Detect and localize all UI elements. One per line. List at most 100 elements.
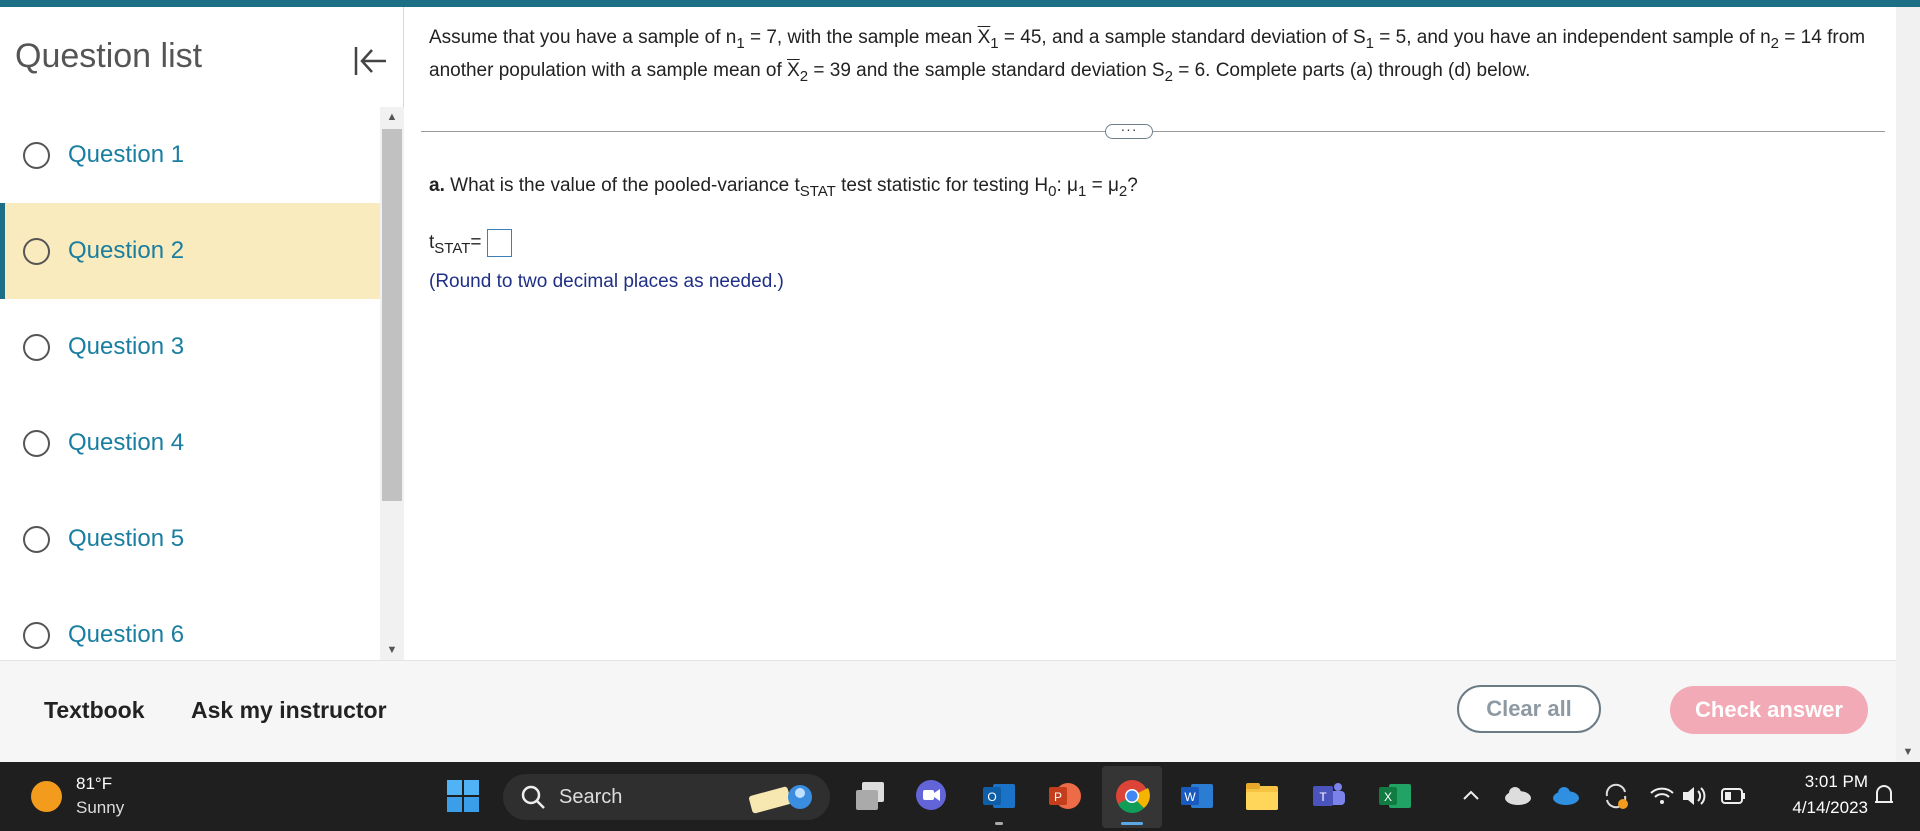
outlook-icon[interactable]: O bbox=[981, 778, 1017, 814]
problem-text: = 7, with the sample mean bbox=[744, 27, 978, 48]
top-accent-bar bbox=[0, 0, 1920, 7]
svg-text:X: X bbox=[1384, 790, 1392, 804]
chrome-icon[interactable] bbox=[1114, 778, 1150, 814]
question-text: What is the value of the pooled-variance… bbox=[444, 175, 800, 196]
notification-icon[interactable] bbox=[1872, 778, 1896, 814]
svg-text:P: P bbox=[1054, 790, 1062, 804]
problem-text: = 5, and you have an independent sample … bbox=[1374, 27, 1771, 48]
answer-variable: tSTAT bbox=[429, 232, 471, 257]
bottom-action-bar: Textbook Ask my instructor Clear all Che… bbox=[0, 660, 1896, 762]
search-highlight-icon bbox=[749, 785, 812, 814]
question-item-2[interactable]: Question 2 bbox=[0, 203, 380, 299]
question-label: Question 4 bbox=[68, 429, 185, 456]
onedrive-icon[interactable] bbox=[1551, 778, 1581, 814]
sync-icon[interactable] bbox=[1601, 778, 1631, 814]
search-label: Search bbox=[559, 785, 623, 808]
status-circle-icon bbox=[23, 525, 50, 553]
status-circle-icon bbox=[23, 237, 50, 265]
word-icon[interactable]: W bbox=[1179, 778, 1215, 814]
problem-text: = 45, and a sample standard deviation of… bbox=[998, 27, 1366, 48]
question-item-5[interactable]: Question 5 bbox=[0, 491, 380, 587]
problem-statement: Assume that you have a sample of n1 = 7,… bbox=[429, 21, 1889, 87]
excel-icon[interactable]: X bbox=[1377, 778, 1413, 814]
volume-icon[interactable] bbox=[1680, 778, 1708, 814]
question-label: Question 3 bbox=[68, 333, 185, 360]
question-content: Assume that you have a sample of n1 = 7,… bbox=[405, 7, 1895, 660]
problem-text: = 39 and the sample standard deviation S bbox=[808, 60, 1165, 81]
question-text: = μ bbox=[1086, 175, 1119, 196]
t-stat-answer-input[interactable] bbox=[486, 229, 512, 257]
clock-time[interactable]: 3:01 PM bbox=[1768, 772, 1868, 792]
task-view-icon[interactable] bbox=[852, 778, 888, 814]
subscript: 1 bbox=[736, 35, 745, 52]
page-scrollbar[interactable]: ▼ bbox=[1896, 7, 1920, 762]
search-icon bbox=[521, 785, 545, 809]
question-item-3[interactable]: Question 3 bbox=[0, 299, 380, 395]
collapse-panel-button[interactable] bbox=[350, 41, 390, 81]
chat-icon[interactable] bbox=[913, 778, 949, 814]
question-label: Question 5 bbox=[68, 525, 185, 552]
question-text: ? bbox=[1127, 175, 1138, 196]
rounding-hint: (Round to two decimal places as needed.) bbox=[429, 271, 784, 292]
equals-sign: = bbox=[470, 232, 482, 253]
part-a-question: a. What is the value of the pooled-varia… bbox=[429, 175, 1138, 200]
ask-instructor-link[interactable]: Ask my instructor bbox=[191, 697, 387, 724]
battery-icon[interactable] bbox=[1720, 778, 1748, 814]
outlook-running-indicator bbox=[995, 822, 1003, 825]
problem-text: Assume that you have a sample of n bbox=[429, 27, 737, 48]
question-label: Question 2 bbox=[68, 237, 185, 264]
scroll-down-arrow-icon[interactable]: ▼ bbox=[1896, 742, 1920, 762]
clear-all-button[interactable]: Clear all bbox=[1457, 685, 1601, 733]
subscript: STAT bbox=[799, 183, 836, 200]
subscript: 2 bbox=[1770, 35, 1780, 52]
question-list-scrollbar[interactable]: ▲ ▼ bbox=[380, 107, 404, 660]
sample-mean-symbol: X bbox=[787, 60, 800, 81]
question-list-title: Question list bbox=[15, 37, 203, 75]
svg-text:T: T bbox=[1319, 790, 1327, 804]
subscript: 2 bbox=[799, 68, 809, 85]
sun-icon[interactable] bbox=[31, 781, 62, 812]
more-options-button[interactable]: ··· bbox=[1105, 122, 1153, 139]
subscript: 1 bbox=[1365, 35, 1374, 52]
check-answer-button[interactable]: Check answer bbox=[1670, 686, 1868, 734]
cloud-icon[interactable] bbox=[1503, 778, 1533, 814]
question-item-1[interactable]: Question 1 bbox=[0, 107, 380, 203]
textbook-link[interactable]: Textbook bbox=[44, 697, 145, 724]
sample-mean-symbol: X bbox=[977, 27, 991, 48]
scroll-up-arrow-icon[interactable]: ▲ bbox=[380, 107, 404, 127]
scrollbar-thumb[interactable] bbox=[382, 129, 402, 501]
question-item-4[interactable]: Question 4 bbox=[0, 395, 380, 491]
question-list-panel: Question list Question 1 Question 2 Ques… bbox=[0, 7, 404, 660]
question-list: Question 1 Question 2 Question 3 Questio… bbox=[0, 107, 380, 660]
show-hidden-icons-chevron-icon[interactable] bbox=[1459, 778, 1483, 814]
powerpoint-icon[interactable]: P bbox=[1047, 778, 1083, 814]
subscript: 2 bbox=[1118, 183, 1128, 200]
answer-row: tSTAT = bbox=[429, 229, 512, 257]
subscript: 2 bbox=[1164, 68, 1173, 85]
question-item-6[interactable]: Question 6 bbox=[0, 587, 380, 660]
clock-date[interactable]: 4/14/2023 bbox=[1748, 798, 1868, 818]
scroll-down-arrow-icon[interactable]: ▼ bbox=[380, 640, 404, 660]
question-label: Question 6 bbox=[68, 621, 185, 648]
weather-condition[interactable]: Sunny bbox=[76, 798, 124, 818]
status-circle-icon bbox=[23, 429, 50, 457]
question-list-header: Question list bbox=[0, 7, 404, 107]
section-divider bbox=[421, 131, 1885, 132]
status-circle-icon bbox=[23, 333, 50, 361]
svg-text:W: W bbox=[1184, 790, 1196, 804]
part-letter: a. bbox=[429, 175, 445, 196]
subscript: 1 bbox=[990, 35, 999, 52]
collapse-left-icon bbox=[354, 47, 386, 75]
svg-text:O: O bbox=[987, 790, 996, 804]
problem-text: = 6. Complete parts (a) through (d) belo… bbox=[1172, 60, 1531, 81]
taskbar-search[interactable]: Search bbox=[503, 774, 830, 820]
teams-icon[interactable]: T bbox=[1311, 778, 1347, 814]
windows-start-icon[interactable] bbox=[445, 778, 481, 814]
status-circle-icon bbox=[23, 141, 50, 169]
weather-temperature[interactable]: 81°F bbox=[76, 774, 112, 794]
question-text: : μ bbox=[1056, 175, 1078, 196]
question-text: test statistic for testing H bbox=[835, 175, 1049, 196]
wifi-icon[interactable] bbox=[1648, 778, 1676, 814]
file-explorer-icon[interactable] bbox=[1244, 778, 1280, 814]
question-label: Question 1 bbox=[68, 141, 185, 168]
